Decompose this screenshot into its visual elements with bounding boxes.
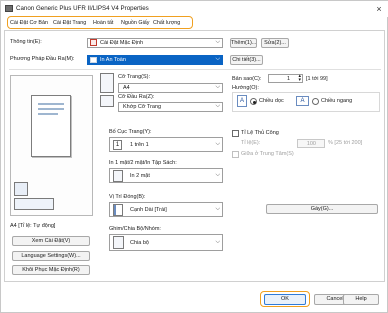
- landscape-icon: A: [296, 96, 309, 106]
- tab-basic-settings[interactable]: Cài Đặt Cơ Bản: [10, 19, 48, 28]
- secure-print-icon: [90, 57, 97, 63]
- finishing-select[interactable]: Chia bộ ⌵: [109, 234, 223, 251]
- output-size-select[interactable]: Khớp Cỡ Trang ⌵: [118, 102, 223, 112]
- chevron-down-icon: ⌵: [215, 56, 220, 62]
- output-size-label: Cỡ Đầu Ra(Z):: [118, 94, 155, 100]
- print-style-label: In 1 mặt/2 mặt/In Tập Sách:: [109, 160, 177, 166]
- page-size-icon: [100, 73, 114, 93]
- help-button[interactable]: Help: [343, 294, 379, 305]
- chevron-down-icon: ⌵: [215, 141, 220, 147]
- center-page-checkbox[interactable]: [232, 151, 239, 158]
- binding-icon: [113, 204, 123, 216]
- view-settings-button[interactable]: Xem Cài Đặt(V): [12, 236, 90, 246]
- binding-select[interactable]: Cạnh Dài [Trái] ⌵: [109, 202, 223, 217]
- preview-line: [38, 103, 64, 105]
- output-method-label: Phương Pháp Đầu Ra(M):: [10, 56, 75, 62]
- layout-select[interactable]: 1 1 trên 1 ⌵: [109, 137, 223, 152]
- output-details-button[interactable]: Chi tiết(3)...: [230, 55, 263, 65]
- restore-defaults-button[interactable]: Khôi Phục Mặc Định(R): [12, 265, 90, 275]
- manual-scaling-label: Tỉ Lệ Thủ Công: [241, 130, 279, 136]
- duplex-print-icon: [113, 170, 123, 182]
- window-title: Canon Generic Plus UFR II/LIPS4 V4 Prope…: [16, 5, 149, 12]
- layout-icon: 1: [113, 140, 122, 150]
- copies-value: 1: [286, 76, 290, 82]
- profile-icon: [90, 39, 97, 46]
- scale-input[interactable]: 100: [297, 139, 325, 148]
- portrait-icon: A: [237, 95, 247, 107]
- ok-button[interactable]: OK: [264, 294, 306, 305]
- page-size-label: Cỡ Trang(S):: [118, 74, 151, 80]
- profile-label: Thông tin(E):: [10, 39, 42, 45]
- landscape-label: Chiều ngang: [321, 98, 353, 104]
- preview-line: [38, 108, 64, 110]
- separator: [9, 69, 381, 70]
- gutter-button[interactable]: Gáy(G)...: [266, 204, 378, 214]
- manual-scaling-checkbox[interactable]: [232, 130, 239, 137]
- chevron-down-icon: ⌵: [215, 172, 220, 178]
- orientation-label: Hướng(O):: [232, 85, 259, 91]
- binding-label: Vị Trí Đóng(B):: [109, 194, 146, 200]
- portrait-label: Chiều dọc: [259, 98, 284, 104]
- close-icon[interactable]: ×: [373, 3, 385, 15]
- finishing-label: Ghim/Chia Bộ/Nhóm:: [109, 226, 161, 232]
- chevron-down-icon: ⌵: [215, 103, 220, 109]
- edit-profile-button[interactable]: Sửa(2)...: [261, 38, 289, 48]
- scale-range: % [25 tới 200]: [328, 140, 363, 146]
- output-method-select[interactable]: In An Toàn ⌵: [87, 55, 223, 65]
- binding-edge: [114, 205, 116, 215]
- title-bar: Canon Generic Plus UFR II/LIPS4 V4 Prope…: [1, 1, 388, 17]
- preview-page: [31, 95, 71, 157]
- stack-icon: [14, 182, 28, 196]
- copies-range: [1 tới 99]: [306, 76, 328, 82]
- page-size-select[interactable]: A4 ⌵: [118, 83, 223, 93]
- chevron-down-icon: ⌵: [215, 206, 220, 212]
- page-preview: [10, 75, 93, 216]
- language-settings-button[interactable]: Language Settings(W)...: [12, 251, 90, 261]
- print-style-select[interactable]: In 2 mặt ⌵: [109, 168, 223, 183]
- tab-paper-source[interactable]: Nguồn Giấy: [121, 19, 149, 28]
- portrait-radio[interactable]: [250, 98, 257, 105]
- tab-finishing[interactable]: Hoàn tất: [93, 19, 113, 28]
- copies-label: Bản sao(C):: [232, 76, 262, 82]
- chevron-down-icon: ⌵: [215, 239, 220, 245]
- properties-window: Canon Generic Plus UFR II/LIPS4 V4 Prope…: [0, 0, 388, 313]
- chevron-down-icon: ⌵: [215, 39, 220, 45]
- center-page-label: Giữa ở Trung Tâm(S): [241, 151, 294, 157]
- duplex-icon: [14, 198, 54, 210]
- output-size-icon: [100, 95, 114, 107]
- layout-label: Bố Cục Trang(Y):: [109, 129, 152, 135]
- profile-select[interactable]: Cài Đặt Mặc Định ⌵: [87, 38, 223, 48]
- scale-label: Tỉ lệ(E):: [241, 140, 261, 146]
- collate-icon: [113, 236, 124, 249]
- copies-stepper[interactable]: 1 ▴ ▾: [268, 74, 303, 83]
- preview-line: [38, 113, 58, 115]
- tab-page-setup[interactable]: Cài Đặt Trang: [53, 19, 86, 28]
- stepper-down-icon[interactable]: ▾: [298, 78, 301, 83]
- landscape-radio[interactable]: [312, 98, 319, 105]
- tab-quality[interactable]: Chất lượng: [153, 19, 180, 28]
- printer-icon: [5, 5, 13, 12]
- preview-caption: A4 [Tỉ lệ: Tự động]: [10, 223, 56, 229]
- chevron-down-icon: ⌵: [215, 84, 220, 90]
- add-profile-button[interactable]: Thêm(1)...: [230, 38, 257, 48]
